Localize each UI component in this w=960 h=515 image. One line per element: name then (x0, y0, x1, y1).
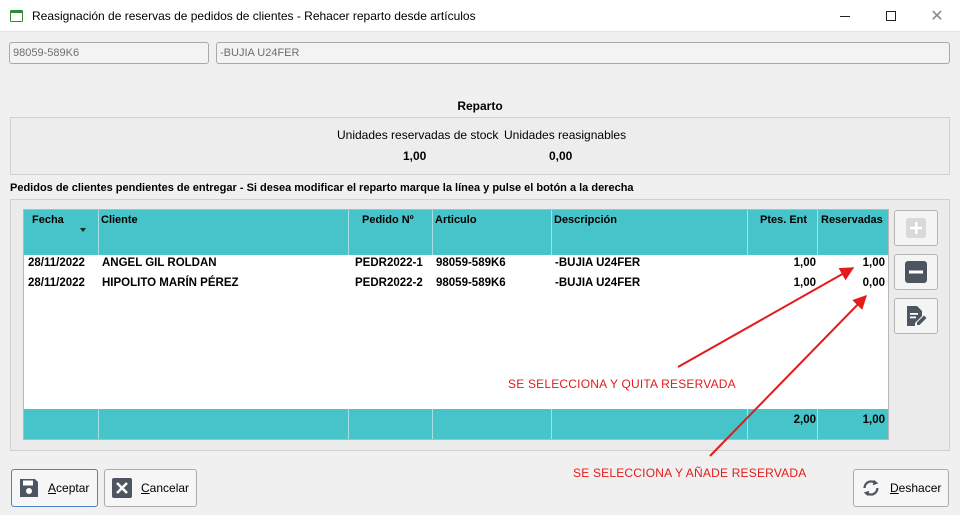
column-header-reservadas[interactable]: Reservadas (821, 214, 883, 226)
add-reservation-button[interactable] (894, 210, 938, 246)
cell-ptes: 1,00 (793, 257, 816, 269)
cell-articulo: 98059-589K6 (436, 277, 506, 289)
close-button[interactable]: ✕ (914, 0, 960, 32)
column-header-fecha[interactable]: Fecha (32, 214, 64, 226)
title-bar: Reasignación de reservas de pedidos de c… (0, 0, 960, 32)
cell-reservadas: 0,00 (862, 277, 885, 289)
cell-fecha: 28/11/2022 (28, 277, 85, 289)
remove-annotation: SE SELECCIONA Y QUITA RESERVADA (508, 377, 736, 391)
cell-fecha: 28/11/2022 (28, 257, 85, 269)
reassignable-units-label: Unidades reasignables (504, 128, 627, 142)
cell-pedido: PEDR2022-1 (355, 257, 423, 269)
cancel-label: Cancelar (141, 481, 190, 495)
edit-reservation-button[interactable] (894, 298, 938, 334)
cell-cliente: HIPOLITO MARÍN PÉREZ (102, 277, 239, 289)
cell-articulo: 98059-589K6 (436, 257, 506, 269)
edit-document-icon (907, 306, 927, 326)
maximize-icon (886, 11, 896, 21)
grid-header: Fecha Cliente Pedido Nº Articulo Descrip… (24, 210, 888, 255)
undo-label: Deshacer (890, 481, 942, 495)
minimize-icon (840, 15, 850, 17)
minimize-button[interactable] (822, 0, 868, 32)
cell-descripcion: -BUJIA U24FER (555, 277, 641, 289)
minus-icon (905, 261, 927, 283)
stock-units-label: Unidades reservadas de stock (337, 128, 499, 142)
orders-panel: Fecha Cliente Pedido Nº Articulo Descrip… (10, 199, 950, 451)
column-header-cliente[interactable]: Cliente (101, 214, 138, 226)
accept-button[interactable]: Aceptar (11, 469, 98, 507)
column-header-articulo[interactable]: Articulo (435, 214, 477, 226)
close-icon (111, 477, 133, 499)
article-code-field: 98059-589K6 (9, 42, 209, 64)
cell-pedido: PEDR2022-2 (355, 277, 423, 289)
remove-reservation-button[interactable] (894, 254, 938, 290)
cell-descripcion: -BUJIA U24FER (555, 257, 641, 269)
reparto-panel: Unidades reservadas de stock Unidades re… (10, 117, 950, 175)
stock-units-value: 1,00 (403, 149, 427, 163)
add-annotation: SE SELECCIONA Y AÑADE RESERVADA (573, 466, 807, 480)
cancel-button[interactable]: Cancelar (104, 469, 197, 507)
column-header-pedido[interactable]: Pedido Nº (362, 214, 414, 226)
cell-cliente: ANGEL GIL ROLDAN (102, 257, 217, 269)
total-ptes: 2,00 (793, 414, 816, 426)
sort-desc-icon (80, 228, 86, 232)
column-header-descripcion[interactable]: Descripción (554, 214, 617, 226)
article-description-field: -BUJIA U24FER (216, 42, 950, 64)
accept-label: Aceptar (48, 481, 90, 495)
orders-section-label: Pedidos de clientes pendientes de entreg… (10, 182, 634, 194)
cell-reservadas: 1,00 (862, 257, 885, 269)
close-icon: ✕ (930, 8, 944, 25)
reassignable-units-value: 0,00 (549, 149, 573, 163)
total-reservadas: 1,00 (862, 414, 885, 426)
column-header-ptes[interactable]: Ptes. Ent (760, 214, 807, 226)
save-icon (18, 477, 40, 499)
orders-grid[interactable]: Fecha Cliente Pedido Nº Articulo Descrip… (23, 209, 889, 440)
undo-button[interactable]: Deshacer (853, 469, 949, 507)
refresh-icon (860, 477, 882, 499)
window-title: Reasignación de reservas de pedidos de c… (32, 9, 476, 23)
maximize-button[interactable] (868, 0, 914, 32)
reparto-title: Reparto (457, 99, 503, 113)
plus-icon (906, 218, 926, 238)
cell-ptes: 1,00 (793, 277, 816, 289)
window-icon (10, 10, 23, 22)
